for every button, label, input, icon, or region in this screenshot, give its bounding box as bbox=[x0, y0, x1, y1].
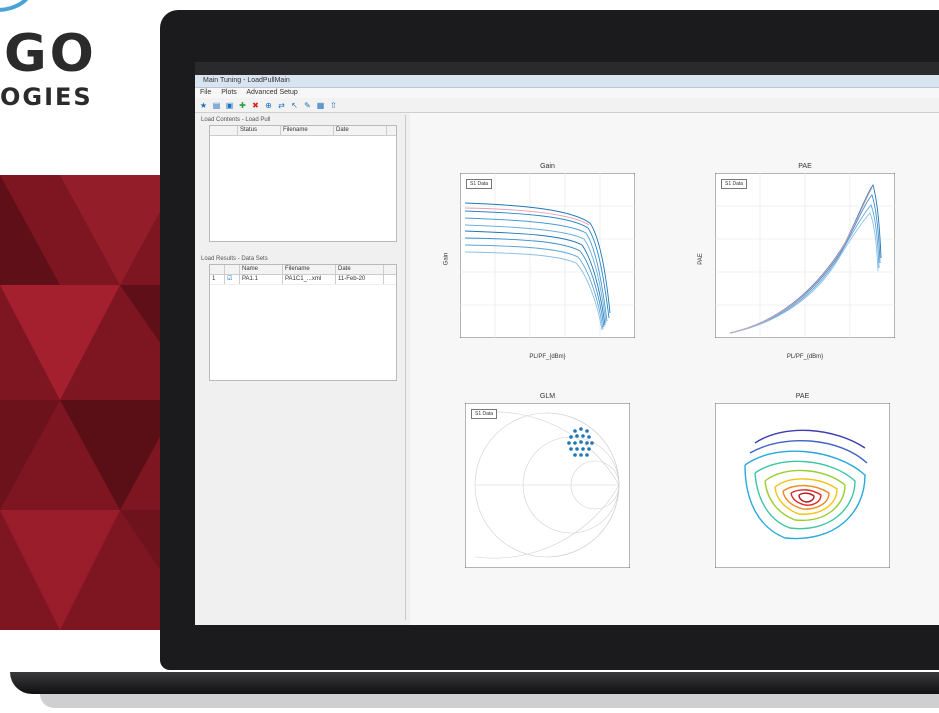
pae-legend: S1 Data bbox=[721, 179, 748, 189]
col-index bbox=[210, 265, 225, 274]
logo-arc bbox=[0, 0, 34, 12]
row-index: 1 bbox=[210, 275, 225, 284]
load-contents-table[interactable]: Status Filename Date bbox=[209, 125, 397, 242]
load-contents-header: Status Filename Date bbox=[210, 126, 396, 136]
gain-plot-title: Gain bbox=[540, 163, 555, 170]
pae-plot[interactable]: PAE S1 Data PL/PF_{dBm} PAE bbox=[698, 163, 896, 360]
table-row[interactable]: 1 ☑ PA1.1 PA1C1_...xml 11-Feb-20 bbox=[210, 275, 396, 285]
pae-contour-canvas bbox=[714, 402, 891, 569]
gain-plot-canvas bbox=[459, 172, 636, 339]
save-icon[interactable]: ▣ bbox=[225, 101, 234, 110]
open-folder-icon[interactable]: ▤ bbox=[212, 101, 221, 110]
pae-contour-title: PAE bbox=[795, 393, 810, 400]
menu-advanced-setup[interactable]: Advanced Setup bbox=[246, 89, 297, 96]
load-results-header: Name Filename Date bbox=[210, 265, 396, 275]
new-file-icon[interactable]: ★ bbox=[199, 101, 208, 110]
pae-plot-title: PAE bbox=[798, 163, 812, 170]
app-window: Main Tuning - LoadPullMain File Plots Ad… bbox=[195, 75, 939, 625]
col-date: Date bbox=[336, 265, 384, 274]
smith-chart-legend: S1 Data bbox=[471, 409, 498, 419]
menu-file[interactable]: File bbox=[200, 89, 211, 96]
row-name: PA1.1 bbox=[240, 275, 283, 284]
pan-icon[interactable]: ⇄ bbox=[277, 101, 286, 110]
load-results-table[interactable]: Name Filename Date 1 ☑ PA1.1 PA1C1_...xm… bbox=[209, 264, 397, 381]
smith-chart-canvas bbox=[464, 402, 631, 569]
pae-xlabel: PL/PF_{dBm} bbox=[786, 354, 824, 360]
datatip-icon[interactable]: ✎ bbox=[303, 101, 312, 110]
toolbar: ★ ▤ ▣ ✚ ✖ ⊕ ⇄ ↖ ✎ ▦ ⇧ bbox=[195, 98, 939, 113]
laptop-base bbox=[10, 672, 939, 694]
col-check bbox=[225, 265, 240, 274]
export-icon[interactable]: ⇧ bbox=[329, 101, 338, 110]
zoom-in-icon[interactable]: ⊕ bbox=[264, 101, 273, 110]
brand-logo-subtitle: OGIES bbox=[0, 83, 93, 111]
col-status: Status bbox=[238, 126, 281, 135]
gain-legend: S1 Data bbox=[466, 179, 493, 189]
screen-top-edge bbox=[195, 62, 939, 75]
window-title: Main Tuning - LoadPullMain bbox=[195, 75, 939, 88]
col-filename: Filename bbox=[283, 265, 336, 274]
brand-logo-word: GO bbox=[4, 24, 97, 84]
grid-icon[interactable]: ▦ bbox=[316, 101, 325, 110]
col-index bbox=[210, 126, 238, 135]
pae-ylabel: PAE bbox=[697, 252, 704, 265]
left-panel: Load Contents - Load Pull Status Filenam… bbox=[199, 115, 406, 620]
add-icon[interactable]: ✚ bbox=[238, 101, 247, 110]
smith-chart-title: GLM bbox=[539, 393, 556, 400]
plot-area: Gain S1 Data PL/PF_{dBm} Gain PAE S1 Dat… bbox=[410, 113, 939, 625]
load-contents-label: Load Contents - Load Pull bbox=[201, 117, 271, 123]
gain-ylabel: Gain bbox=[443, 252, 450, 265]
cursor-icon[interactable]: ↖ bbox=[290, 101, 299, 110]
col-date: Date bbox=[334, 126, 387, 135]
menu-bar: File Plots Advanced Setup bbox=[195, 88, 939, 98]
gain-xlabel: PL/PF_{dBm} bbox=[529, 354, 566, 360]
laptop-base-edge bbox=[40, 694, 939, 708]
load-results-label: Load Results - Data Sets bbox=[201, 256, 268, 262]
row-date: 11-Feb-20 bbox=[336, 275, 384, 284]
col-filename: Filename bbox=[281, 126, 334, 135]
row-filename: PA1C1_...xml bbox=[283, 275, 336, 284]
row-checkbox[interactable]: ☑ bbox=[225, 275, 240, 284]
delete-icon[interactable]: ✖ bbox=[251, 101, 260, 110]
col-name: Name bbox=[240, 265, 283, 274]
pae-plot-canvas bbox=[714, 172, 896, 339]
menu-plots[interactable]: Plots bbox=[221, 89, 237, 96]
gain-plot[interactable]: Gain S1 Data PL/PF_{dBm} Gain bbox=[443, 163, 636, 360]
pae-contour-plot[interactable]: PAE bbox=[714, 393, 891, 569]
smith-chart-plot[interactable]: GLM S1 Data bbox=[464, 393, 631, 569]
